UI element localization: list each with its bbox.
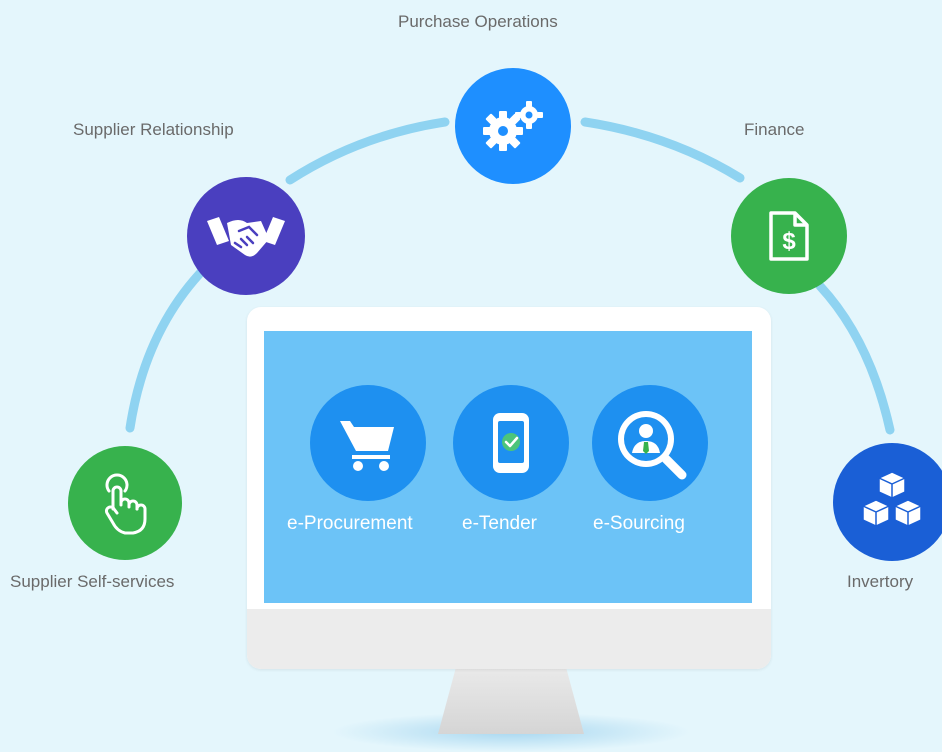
arc-segment-relationship-to-purchase [285, 117, 450, 185]
app-label-e-procurement: e-Procurement [287, 513, 413, 534]
mobile-check-icon [493, 413, 529, 473]
app-label-e-tender: e-Tender [462, 513, 537, 534]
svg-text:$: $ [782, 228, 796, 255]
app-e-tender[interactable] [453, 385, 569, 501]
boxes-icon [862, 471, 922, 527]
module-label-inventory: Invertory [847, 572, 914, 591]
gears-icon [483, 101, 543, 151]
touch-hand-icon [105, 473, 147, 535]
dollar-document-icon: $ [769, 211, 809, 261]
search-user-icon [618, 411, 687, 480]
module-finance[interactable]: $ [731, 178, 847, 294]
arc-segment-self-to-relationship [125, 263, 210, 433]
module-supplier-relationship[interactable] [187, 177, 305, 295]
module-label-supplier-self-services: Supplier Self-services [10, 572, 175, 591]
app-label-e-sourcing: e-Sourcing [593, 513, 685, 534]
handshake-icon [207, 217, 285, 257]
module-label-finance: Finance [744, 120, 805, 139]
module-purchase-operations[interactable] [455, 68, 571, 184]
ecosystem-diagram: Supplier Self-services Supplier Relation… [0, 0, 942, 752]
shopping-cart-icon [340, 421, 394, 471]
app-e-sourcing[interactable] [592, 385, 708, 501]
monitor-stand [438, 669, 584, 734]
module-label-supplier-relationship: Supplier Relationship [73, 120, 234, 139]
app-e-procurement[interactable] [310, 385, 426, 501]
module-supplier-self-services[interactable] [68, 446, 182, 560]
module-label-purchase-operations: Purchase Operations [398, 12, 558, 31]
monitor-chin [247, 609, 771, 669]
arc-segment-finance-to-inventory [815, 281, 895, 435]
module-inventory[interactable] [833, 443, 942, 561]
arc-segment-purchase-to-finance [580, 117, 745, 183]
